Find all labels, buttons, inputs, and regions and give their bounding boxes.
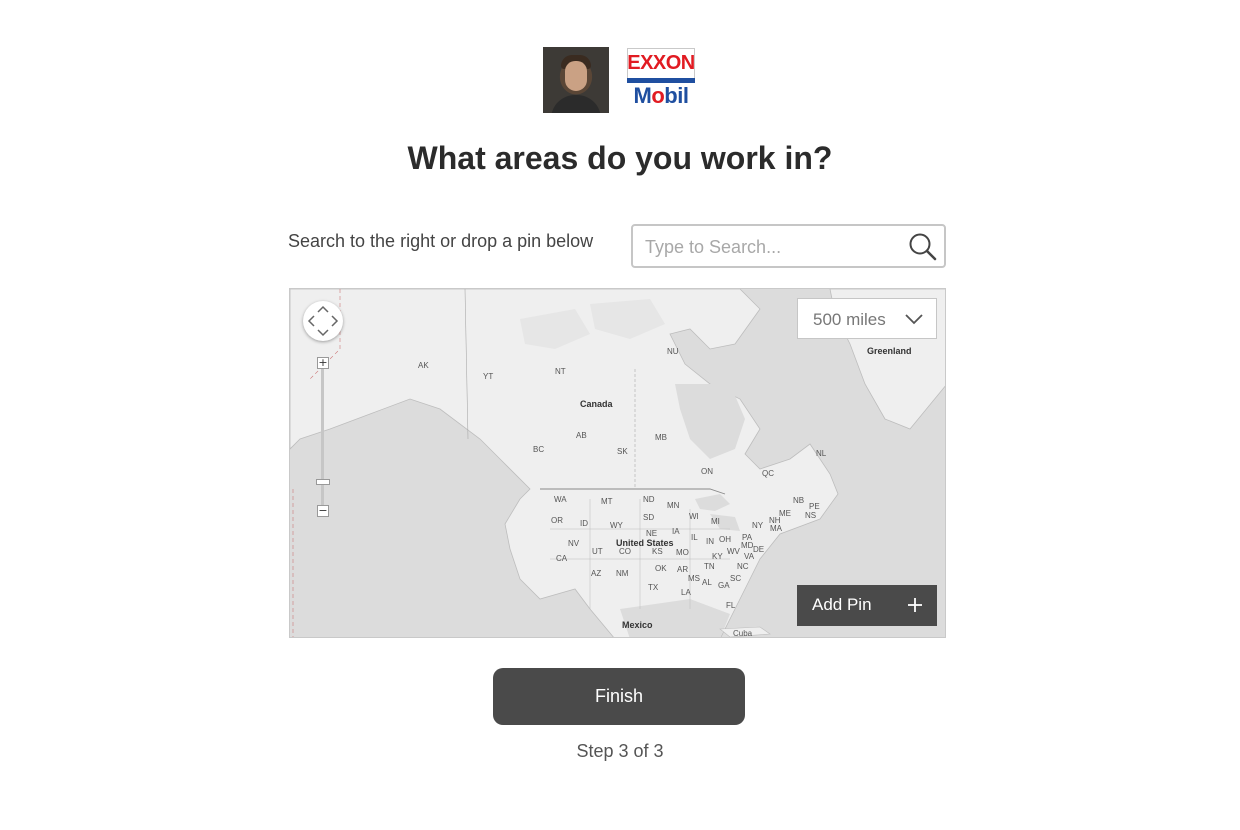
- map-label-nt: NT: [555, 367, 566, 376]
- radius-value: 500 miles: [813, 310, 886, 329]
- map-label-mn: MN: [667, 501, 680, 510]
- map-label-id: ID: [580, 519, 588, 528]
- map-label-oh: OH: [719, 535, 731, 544]
- map-label-tx: TX: [648, 583, 659, 592]
- logo-mobil-m: M: [633, 82, 652, 108]
- map-label-mo: MO: [676, 548, 689, 557]
- map-label-fl: FL: [726, 601, 736, 610]
- zoom-in-button[interactable]: +: [317, 357, 329, 369]
- map-label-yt: YT: [483, 372, 494, 381]
- map-label-sd: SD: [643, 513, 655, 522]
- map-label-wi: WI: [689, 512, 699, 521]
- zoom-slider-thumb[interactable]: [316, 479, 330, 485]
- search-hint: Search to the right or drop a pin below: [288, 231, 594, 251]
- map-label-nb: NB: [793, 496, 805, 505]
- map-label-la: LA: [681, 588, 691, 597]
- map-label-tn: TN: [704, 562, 715, 571]
- map-label-in: IN: [706, 537, 714, 546]
- map-view[interactable]: AK YT NT NU Greenland Canada BC AB SK MB…: [289, 288, 946, 638]
- map-label-nc: NC: [737, 562, 749, 571]
- map-label-ak: AK: [418, 361, 429, 370]
- map-label-or: OR: [551, 516, 563, 525]
- map-label-al: AL: [702, 578, 712, 587]
- search-field[interactable]: [631, 224, 946, 268]
- map-label-ab: AB: [576, 431, 587, 440]
- map-label-bc: BC: [533, 445, 545, 454]
- map-label-ia: IA: [672, 527, 680, 536]
- finish-button[interactable]: Finish: [493, 668, 745, 725]
- avatar-shirt: [551, 95, 601, 113]
- map-label-ga: GA: [718, 581, 730, 590]
- map-label-nm: NM: [616, 569, 629, 578]
- logo-mobil-text: Mo bil: [627, 83, 695, 108]
- map-label-ms: MS: [688, 574, 700, 583]
- map-label-pe: PE: [809, 502, 820, 511]
- map-label-qc: QC: [762, 469, 774, 478]
- chevron-down-icon: [905, 314, 923, 325]
- map-label-united-states: United States: [616, 538, 674, 548]
- map-label-ny: NY: [752, 521, 764, 530]
- map-label-wv: WV: [727, 547, 740, 556]
- add-pin-button[interactable]: Add Pin: [797, 585, 937, 626]
- map-label-md: MD: [741, 541, 754, 550]
- map-label-ns: NS: [805, 511, 817, 520]
- map-label-ks: KS: [652, 547, 663, 556]
- map-label-on: ON: [701, 467, 713, 476]
- map-label-mi: MI: [711, 517, 720, 526]
- map-label-sc: SC: [730, 574, 742, 583]
- map-label-ca: CA: [556, 554, 568, 563]
- logo-mobil-o: o: [651, 82, 665, 108]
- map-label-mb: MB: [655, 433, 667, 442]
- step-indicator: Step 3 of 3: [576, 741, 664, 761]
- map-label-de: DE: [753, 545, 765, 554]
- search-icon[interactable]: [908, 232, 938, 262]
- profile-avatar: [543, 47, 609, 113]
- map-label-il: IL: [691, 533, 698, 542]
- radius-dropdown[interactable]: 500 miles: [797, 298, 937, 339]
- map-label-co: CO: [619, 547, 631, 556]
- map-label-greenland: Greenland: [867, 346, 912, 356]
- plus-icon: [908, 598, 922, 612]
- map-label-nl: NL: [816, 449, 827, 458]
- map-label-sk: SK: [617, 447, 628, 456]
- add-pin-label: Add Pin: [812, 595, 872, 614]
- map-label-ar: AR: [677, 565, 689, 574]
- map-label-az: AZ: [591, 569, 602, 578]
- map-label-nv: NV: [568, 539, 580, 548]
- map-label-ut: UT: [592, 547, 603, 556]
- avatar-face: [565, 61, 587, 91]
- map-label-ky: KY: [712, 552, 723, 561]
- logo-mobil-bil: bil: [664, 82, 689, 108]
- map-label-mt: MT: [601, 497, 613, 506]
- map-label-nu: NU: [667, 347, 679, 356]
- zoom-slider-track[interactable]: [321, 357, 324, 509]
- map-label-wa: WA: [554, 495, 567, 504]
- map-label-ma: MA: [770, 524, 782, 533]
- map-pan-control[interactable]: [303, 301, 343, 341]
- map-label-ne: NE: [646, 529, 658, 538]
- page-title: What areas do you work in?: [407, 140, 833, 176]
- pan-arrows-icon: [307, 305, 339, 337]
- exxonmobil-logo: EXXON Mo bil: [627, 48, 695, 112]
- logo-exxon-text: EXXON: [627, 48, 695, 78]
- map-label-wy: WY: [610, 521, 623, 530]
- map-label-mexico: Mexico: [622, 620, 653, 630]
- zoom-out-button[interactable]: −: [317, 505, 329, 517]
- map-label-ok: OK: [655, 564, 667, 573]
- map-label-va: VA: [744, 552, 755, 561]
- search-input[interactable]: [643, 232, 902, 262]
- map-label-nd: ND: [643, 495, 655, 504]
- map-label-canada: Canada: [580, 399, 613, 409]
- map-label-cuba: Cuba: [733, 629, 753, 638]
